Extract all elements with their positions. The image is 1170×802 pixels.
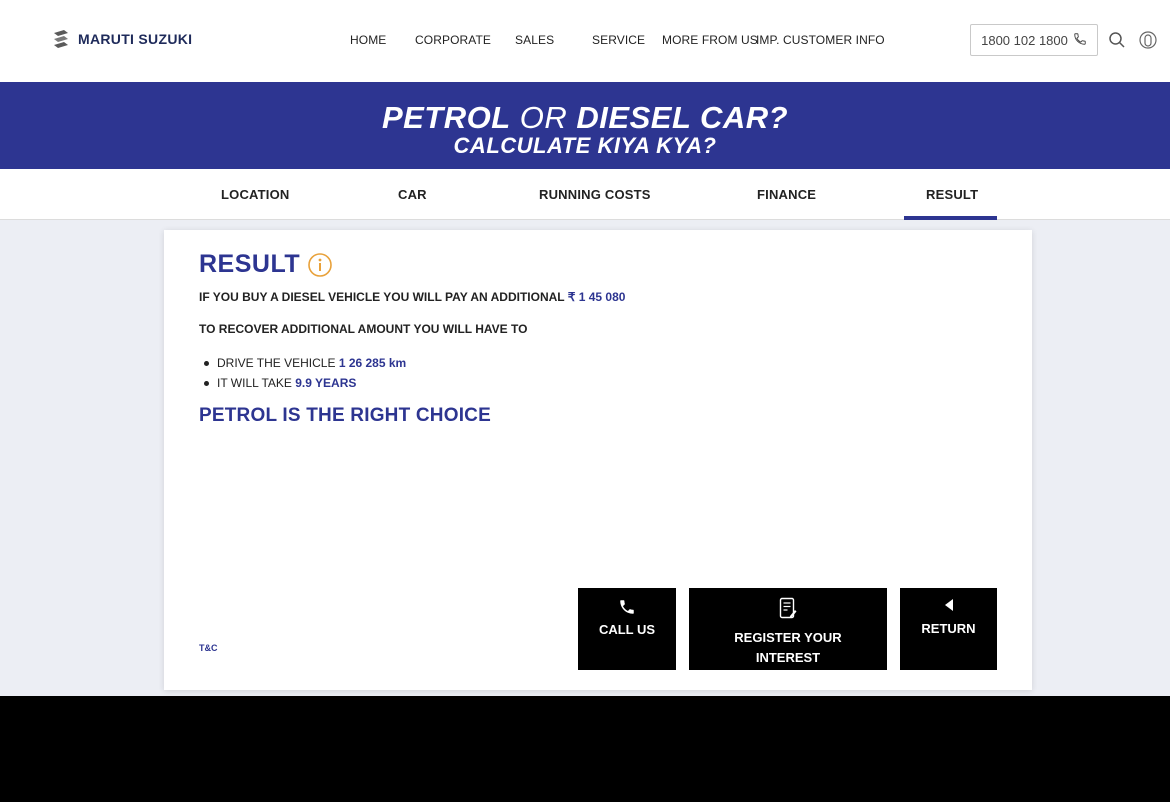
step-tabs: LOCATION CAR RUNNING COSTS FINANCE RESUL… <box>0 169 1170 220</box>
return-label: RETURN <box>921 621 976 636</box>
nav-corporate[interactable]: CORPORATE <box>415 33 491 47</box>
nav-sales[interactable]: SALES <box>515 33 554 47</box>
banner-petrol: PETROL <box>381 100 511 135</box>
additional-cost-amount: ₹ 1 45 080 <box>567 290 626 304</box>
helpline-box[interactable]: 1800 102 1800 <box>970 24 1098 56</box>
tab-running-costs[interactable]: RUNNING COSTS <box>539 187 651 202</box>
additional-cost-label: IF YOU BUY A DIESEL VEHICLE YOU WILL PAY… <box>199 290 568 304</box>
banner-diesel: DIESEL CAR? <box>576 100 789 135</box>
list-item: IT WILL TAKE 9.9 YEARS <box>204 373 406 393</box>
banner-subheading: CALCULATE KIYA KYA? <box>453 133 717 158</box>
suzuki-logo-icon <box>52 29 70 49</box>
recommendation-text: PETROL IS THE RIGHT CHOICE <box>199 405 491 426</box>
brand-logo[interactable]: MARUTI SUZUKI <box>52 29 192 49</box>
phone-icon <box>1073 32 1087 49</box>
call-us-button[interactable]: CALL US <box>578 588 676 670</box>
distance-label: DRIVE THE VEHICLE <box>217 356 339 370</box>
recover-text: TO RECOVER ADDITIONAL AMOUNT YOU WILL HA… <box>199 322 528 336</box>
tab-car[interactable]: CAR <box>398 187 427 202</box>
register-interest-button[interactable]: REGISTER YOUR INTEREST <box>689 588 887 670</box>
tab-location[interactable]: LOCATION <box>221 187 290 202</box>
return-button[interactable]: RETURN <box>900 588 997 670</box>
back-arrow-icon <box>900 598 997 615</box>
tab-finance[interactable]: FINANCE <box>757 187 816 202</box>
terms-link[interactable]: T&C <box>199 643 218 653</box>
form-icon <box>689 597 887 624</box>
recovery-list: DRIVE THE VEHICLE 1 26 285 km IT WILL TA… <box>204 353 406 393</box>
info-icon[interactable] <box>308 253 332 277</box>
search-icon[interactable] <box>1108 31 1126 49</box>
phone-icon <box>578 598 676 619</box>
result-title: RESULT <box>199 250 301 278</box>
additional-cost-text: IF YOU BUY A DIESEL VEHICLE YOU WILL PAY… <box>199 290 625 304</box>
nav-home[interactable]: HOME <box>350 33 386 47</box>
nav-customer-info[interactable]: IMP. CUSTOMER INFO <box>756 33 885 47</box>
banner-or: OR <box>510 100 577 135</box>
register-interest-label: REGISTER YOUR INTEREST <box>734 630 842 665</box>
tab-result[interactable]: RESULT <box>926 187 978 202</box>
calculator-banner: PETROL OR DIESEL CAR? CALCULATE KIYA KYA… <box>0 82 1170 169</box>
result-card: RESULT IF YOU BUY A DIESEL VEHICLE YOU W… <box>164 230 1032 690</box>
years-label: IT WILL TAKE <box>217 376 296 390</box>
helpline-number: 1800 102 1800 <box>981 32 1068 48</box>
top-header: MARUTI SUZUKI HOME CORPORATE SALES SERVI… <box>0 0 1170 82</box>
nav-service[interactable]: SERVICE <box>592 33 645 47</box>
list-item: DRIVE THE VEHICLE 1 26 285 km <box>204 353 406 373</box>
user-icon[interactable] <box>1139 31 1157 49</box>
distance-value: 1 26 285 km <box>338 356 407 370</box>
banner-heading: PETROL OR DIESEL CAR? <box>0 100 1170 136</box>
years-value: 9.9 YEARS <box>295 376 357 390</box>
call-us-label: CALL US <box>598 622 656 637</box>
nav-more-from-us[interactable]: MORE FROM US <box>662 33 758 47</box>
brand-name: MARUTI SUZUKI <box>78 31 193 47</box>
